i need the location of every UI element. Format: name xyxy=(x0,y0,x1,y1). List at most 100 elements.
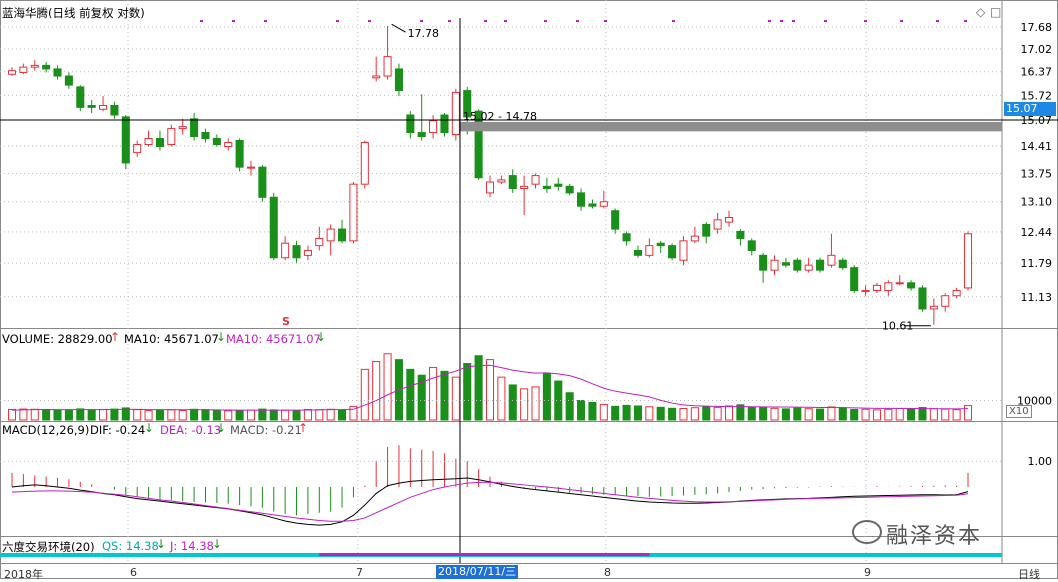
gap-box xyxy=(460,121,1002,132)
candle-body xyxy=(190,118,199,137)
down-arrow-icon: ↓ xyxy=(144,421,155,435)
signal-dot xyxy=(768,20,771,22)
month-label: 7 xyxy=(356,566,363,579)
volume-bar xyxy=(155,409,164,421)
signal-dot xyxy=(672,20,675,22)
signal-dot xyxy=(964,20,967,22)
candle-body xyxy=(212,137,221,146)
price-tick-label: 17.02 xyxy=(1021,43,1053,56)
volume-bar xyxy=(167,409,176,421)
volume-bar xyxy=(53,409,62,421)
volume-bar xyxy=(918,407,927,421)
macd-dif-label: DIF: -0.24 xyxy=(90,423,146,437)
volume-label: VOLUME: 28829.00 xyxy=(2,332,113,346)
candle-body xyxy=(781,262,790,266)
dea-line xyxy=(11,481,969,522)
month-label: 6 xyxy=(130,566,137,579)
volume-bar xyxy=(30,408,39,421)
candle-body xyxy=(87,104,96,108)
candle-body xyxy=(110,104,119,116)
down-arrow-icon: ↓ xyxy=(216,330,227,344)
macd-value-label: MACD: -0.21 xyxy=(230,423,302,437)
signal-dot xyxy=(576,20,579,22)
volume-bar xyxy=(895,408,904,421)
candle-body xyxy=(224,141,233,148)
candle-body xyxy=(747,240,756,251)
env-j-label: J: 14.38 xyxy=(170,539,214,553)
candle-body xyxy=(303,249,312,256)
candle-body xyxy=(520,185,529,190)
candle-body xyxy=(542,185,551,190)
volume-bar xyxy=(201,409,210,421)
low-label: 10.61 xyxy=(882,320,914,333)
stock-chart-canvas[interactable]: 17.68 17.02 16.37 15.7215.07 14.41 13.75 13.10… xyxy=(0,0,1058,579)
high-label: 17.78 xyxy=(408,27,440,40)
candle-body xyxy=(7,70,17,75)
macd-label: MACD(12,26,9) xyxy=(2,423,90,437)
candle-body xyxy=(713,219,722,230)
candle-body xyxy=(53,68,62,77)
down-arrow-icon: ↓ xyxy=(216,421,227,435)
candle-body xyxy=(793,259,802,271)
volume-bar xyxy=(406,368,415,421)
candle-body xyxy=(929,305,938,310)
candle-body xyxy=(872,284,881,292)
candle-body xyxy=(99,104,108,110)
gap-box-label: 15.02 - 14.78 xyxy=(463,110,537,123)
candle-body xyxy=(895,282,904,285)
price-tick-label: 14.41 xyxy=(1021,140,1053,153)
price-tick-label: 16.37 xyxy=(1021,66,1053,79)
signal-dot xyxy=(420,20,423,22)
macd-tick-label: 1.00 xyxy=(1028,455,1053,468)
candle-body xyxy=(178,126,187,130)
candle-body xyxy=(736,230,745,239)
volume-bar xyxy=(804,408,813,421)
price-tick-label: 15.72 xyxy=(1021,89,1053,102)
volume-bar xyxy=(781,408,790,421)
signal-dot xyxy=(824,20,827,22)
up-arrow-icon: ↑ xyxy=(110,330,121,344)
watermark: 融泽资本 xyxy=(886,524,983,549)
volume-bar xyxy=(440,370,449,421)
volume-bar xyxy=(611,405,620,421)
volume-bar xyxy=(907,408,916,421)
candle-body xyxy=(918,287,927,310)
volume-bar xyxy=(64,409,73,421)
year-label: 2018年 xyxy=(4,568,43,581)
candle-body xyxy=(417,132,426,137)
current-price-tag: 15.07 xyxy=(1004,102,1056,116)
volume-bar xyxy=(178,409,187,421)
volume-bar xyxy=(508,384,517,421)
signal-dot xyxy=(484,20,487,22)
volume-bar xyxy=(212,409,221,421)
signal-dot xyxy=(864,20,867,22)
signal-dot xyxy=(232,20,235,22)
square-icon[interactable]: □ xyxy=(990,5,1001,19)
month-label: 8 xyxy=(604,566,611,579)
month-label: 9 xyxy=(864,566,871,579)
volume-bar xyxy=(542,372,551,421)
env-label: 六度交易环境(20) xyxy=(2,540,95,554)
candle-body xyxy=(759,254,768,271)
candle-body xyxy=(884,282,893,292)
candle-body xyxy=(394,68,403,92)
volume-bar xyxy=(497,376,506,421)
candle-body xyxy=(76,86,85,108)
candle-body xyxy=(690,235,699,242)
volume-bar xyxy=(246,409,256,421)
candle-body xyxy=(804,264,813,271)
candle-body xyxy=(508,175,517,190)
volume-bar xyxy=(668,407,677,421)
diamond-icon[interactable]: ◇ xyxy=(976,5,985,19)
candle-body xyxy=(201,132,210,139)
candle-body xyxy=(850,267,859,292)
high-pointer xyxy=(391,23,406,33)
volume-bar xyxy=(702,406,711,421)
candle-body xyxy=(167,128,176,146)
candle-body xyxy=(292,245,301,259)
volume-bar xyxy=(645,406,654,421)
signal-dot xyxy=(264,20,267,22)
volume-bar xyxy=(622,404,631,421)
signal-dot xyxy=(936,20,939,22)
volume-bar xyxy=(690,407,699,421)
